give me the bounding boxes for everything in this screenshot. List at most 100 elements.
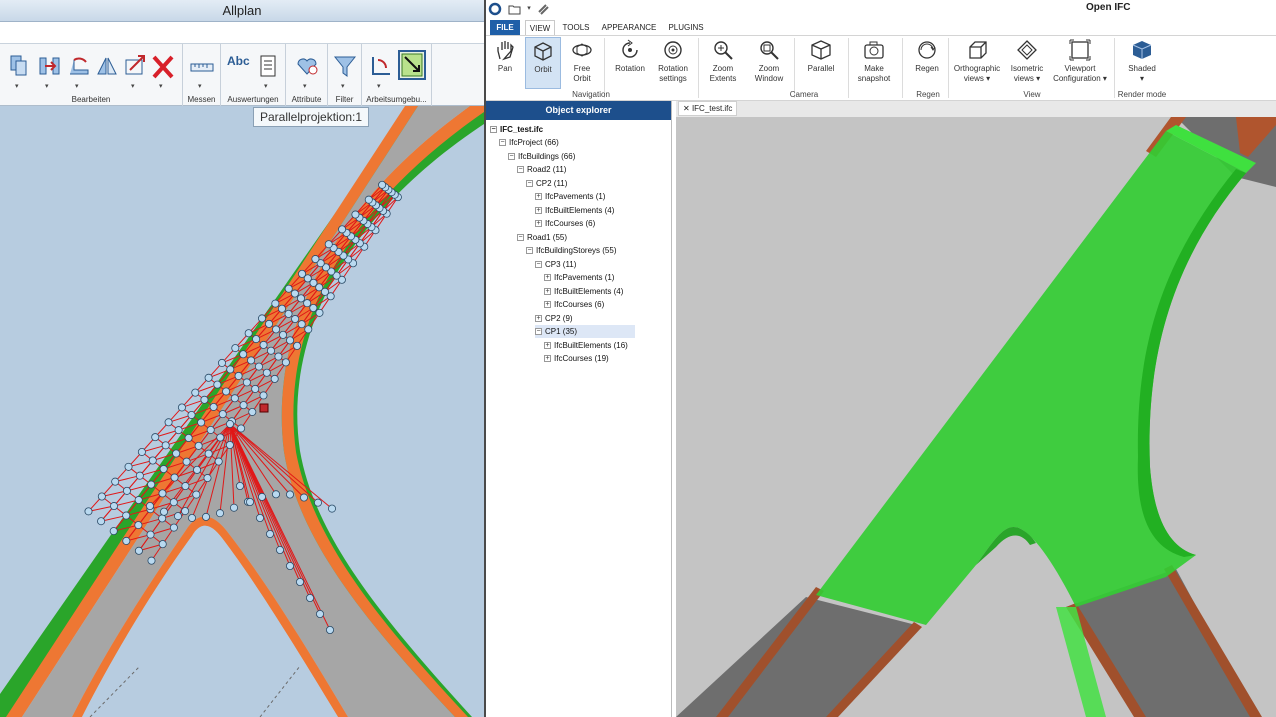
view-ribbon: Pan Orbit Free Orbit Navigation Rotation… — [486, 35, 1276, 101]
orbit-cube-icon — [534, 42, 552, 61]
rotation-label: Rotation — [615, 64, 645, 73]
rotate-icon[interactable]: ▾ — [66, 52, 92, 90]
ifc-3d-scene — [676, 117, 1276, 717]
rotation-icon — [622, 39, 638, 58]
free-orbit-label-2: Orbit — [573, 74, 591, 83]
tree-node[interactable]: + CP2 (9) — [535, 312, 573, 325]
allplan-ribbon: ▾ ▾ ▾ ▾ ▾ Bearbeiten ▾ Messen Abc ▾ Ausw… — [0, 44, 484, 106]
copy-icon[interactable]: ▾ — [6, 52, 32, 90]
tree-node[interactable]: − Road1 (55) — [517, 231, 567, 244]
zoom-extents-label-1: Zoom — [712, 64, 734, 73]
tree-node-selected[interactable]: − CP1 (35) — [535, 325, 635, 338]
ruler-icon[interactable]: ▾ — [189, 52, 215, 90]
group-arbeitsumgebung: ▾ Arbeitsumgebu... — [362, 44, 432, 106]
open-folder-icon[interactable] — [508, 2, 522, 16]
tree-node[interactable]: − IfcBuildingStoreys (55) — [526, 244, 616, 257]
ribbon-tabs: FILE VIEW TOOLS APPEARANCE PLUGINS — [486, 18, 1276, 35]
tree-node[interactable]: + IfcBuiltElements (16) — [544, 339, 628, 352]
zoom-extents-button[interactable]: Zoom Extents — [704, 37, 742, 89]
group-label-attribute: Attribute — [291, 95, 322, 104]
allplan-road-drawing — [0, 106, 484, 717]
delete-icon[interactable]: ▾ — [150, 52, 176, 90]
parallel-projection-icon[interactable] — [398, 50, 426, 80]
tab-plugins[interactable]: PLUGINS — [666, 20, 706, 35]
rotation-settings-button[interactable]: Rotation settings — [654, 37, 692, 89]
isometric-icon — [1017, 40, 1037, 60]
tree-node[interactable]: − CP3 (11) — [535, 258, 576, 271]
shaded-label: Shaded — [1128, 64, 1156, 73]
camera-icon — [864, 41, 884, 59]
tree-node[interactable]: + IfcPavements (1) — [535, 190, 605, 203]
parallel-button[interactable]: Parallel — [802, 37, 840, 89]
orbit-button[interactable]: Orbit — [525, 37, 561, 89]
tree-node[interactable]: + IfcCourses (6) — [535, 217, 595, 230]
viewport-icon — [1069, 39, 1091, 61]
regen-icon — [918, 41, 936, 59]
tree-node[interactable]: − Road2 (11) — [517, 163, 566, 176]
tree-node[interactable]: − IFC_test.ifc — [490, 123, 543, 136]
move-icon[interactable]: ▾ — [36, 52, 62, 90]
group-bearbeiten: ▾ ▾ ▾ ▾ ▾ Bearbeiten — [0, 44, 183, 106]
document-area: ✕ IFC_test.ifc — [676, 101, 1276, 717]
tree-node[interactable]: − IfcProject (66) — [499, 136, 559, 149]
group-messen: ▾ Messen — [183, 44, 221, 106]
close-icon[interactable]: ✕ — [683, 104, 690, 113]
make-snapshot-label-2: snapshot — [857, 74, 891, 83]
dropdown-icon[interactable]: ▾ — [522, 2, 536, 16]
group-label-messen: Messen — [187, 95, 216, 104]
attribute-icon[interactable]: ▾ — [294, 52, 320, 90]
group-label-filter: Filter — [335, 95, 354, 104]
document-tab[interactable]: ✕ IFC_test.ifc — [678, 101, 738, 116]
link-icon[interactable] — [536, 2, 550, 16]
zoom-window-button[interactable]: Zoom Window — [750, 37, 788, 89]
filter-icon[interactable]: ▾ — [332, 52, 358, 90]
make-snapshot-button[interactable]: Make snapshot — [854, 37, 894, 89]
group-label-navigation: Navigation — [572, 90, 610, 99]
tree-node[interactable]: − CP2 (11) — [526, 177, 567, 190]
group-filter: ▾ Filter — [328, 44, 362, 106]
tab-view[interactable]: VIEW — [525, 20, 555, 35]
openifc-window: ▾ Open IFC FILE VIEW TOOLS APPEARANCE PL… — [486, 0, 1276, 717]
tab-file[interactable]: FILE — [490, 20, 520, 35]
report-icon[interactable]: ▾ — [255, 52, 281, 90]
ifc-3d-viewport[interactable] — [676, 117, 1276, 717]
tree-node[interactable]: + IfcCourses (19) — [544, 352, 609, 365]
reference-icon[interactable]: ▾ — [368, 52, 394, 90]
group-label-arbeitsumgebung: Arbeitsumgebu... — [366, 95, 427, 104]
orthographic-label-2: views — [963, 74, 984, 83]
rotation-settings-label-1: Rotation — [658, 64, 688, 73]
rotation-settings-label-2: settings — [659, 74, 687, 83]
tree-node[interactable]: + IfcCourses (6) — [544, 298, 604, 311]
zoom-window-label-1: Zoom — [758, 64, 780, 73]
rotation-button[interactable]: Rotation — [611, 37, 649, 89]
allplan-title: Allplan — [0, 0, 484, 22]
quick-access-bar: ▾ Open IFC — [486, 0, 1276, 18]
mirror-icon[interactable] — [94, 52, 120, 82]
tree-node[interactable]: + IfcPavements (1) — [544, 271, 614, 284]
app-logo-icon[interactable] — [488, 2, 502, 16]
regen-button[interactable]: Regen — [910, 37, 944, 89]
isometric-views-button[interactable]: Isometric views ▾ — [1006, 37, 1048, 89]
stretch-icon[interactable]: ▾ — [122, 52, 148, 90]
orthographic-views-button[interactable]: Orthographic views ▾ — [952, 37, 1002, 89]
object-explorer-header: Object explorer — [486, 101, 671, 120]
tree-node[interactable]: − IfcBuildings (66) — [508, 150, 575, 163]
pan-label: Pan — [497, 64, 513, 73]
text-abc-icon[interactable]: Abc — [227, 54, 253, 84]
zoom-extents-icon — [714, 41, 733, 60]
orthographic-cube-icon — [969, 41, 987, 59]
shaded-button[interactable]: Shaded ▾ — [1120, 37, 1164, 89]
tab-appearance[interactable]: APPEARANCE — [600, 20, 658, 35]
free-orbit-label-1: Free — [573, 64, 591, 73]
free-orbit-button[interactable]: Free Orbit — [566, 37, 598, 89]
tree-node[interactable]: + IfcBuiltElements (4) — [544, 285, 623, 298]
free-orbit-icon — [572, 43, 592, 57]
group-label-bearbeiten: Bearbeiten — [71, 95, 111, 104]
tree-node[interactable]: + IfcBuiltElements (4) — [535, 204, 614, 217]
zoom-window-icon — [760, 41, 779, 60]
viewport-configuration-button[interactable]: Viewport Configuration ▾ — [1050, 37, 1110, 89]
pan-button[interactable]: Pan — [490, 37, 520, 89]
allplan-viewport[interactable] — [0, 106, 484, 717]
parallel-label: Parallel — [807, 64, 835, 73]
tab-tools[interactable]: TOOLS — [560, 20, 592, 35]
